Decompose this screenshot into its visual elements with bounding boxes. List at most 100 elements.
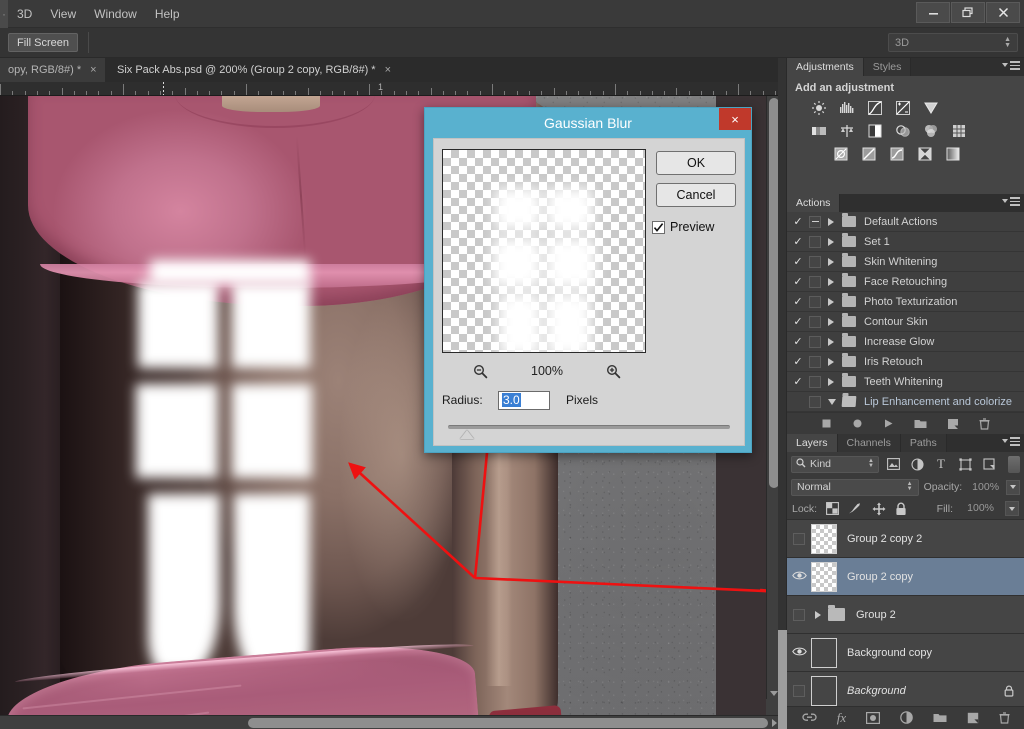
panel-menu-icon[interactable] bbox=[1002, 197, 1020, 206]
action-row[interactable]: ✓Face Retouching bbox=[787, 272, 1024, 292]
chevron-right-icon[interactable] bbox=[828, 238, 834, 246]
fill-value[interactable]: 100% bbox=[962, 501, 996, 516]
layer-thumbnail[interactable] bbox=[811, 524, 837, 554]
layer-thumbnail[interactable] bbox=[811, 676, 837, 706]
lock-position-icon[interactable] bbox=[872, 502, 886, 516]
opacity-dropdown-button[interactable] bbox=[1006, 480, 1020, 495]
lock-transparency-icon[interactable] bbox=[826, 502, 839, 515]
chevron-right-icon[interactable] bbox=[828, 358, 834, 366]
dock-scrollbar-thumb[interactable] bbox=[778, 630, 787, 729]
layer-row[interactable]: Background copy bbox=[787, 634, 1024, 672]
action-toggle-box[interactable] bbox=[809, 336, 821, 348]
action-checkbox[interactable]: ✓ bbox=[787, 275, 809, 288]
action-checkbox[interactable]: ✓ bbox=[787, 215, 809, 228]
threshold-icon[interactable] bbox=[887, 145, 907, 163]
visibility-toggle[interactable] bbox=[793, 533, 805, 545]
action-row[interactable]: ✓Skin Whitening bbox=[787, 252, 1024, 272]
action-row[interactable]: ✓Increase Glow bbox=[787, 332, 1024, 352]
menu-3d[interactable]: 3D bbox=[8, 0, 41, 28]
new-group-icon[interactable] bbox=[933, 712, 947, 723]
layer-visibility-cell[interactable] bbox=[787, 609, 811, 621]
lock-all-icon[interactable] bbox=[895, 502, 907, 516]
action-checkbox[interactable]: ✓ bbox=[787, 235, 809, 248]
exposure-icon[interactable] bbox=[893, 99, 913, 117]
close-icon[interactable]: × bbox=[385, 65, 391, 76]
dialog-close-button[interactable]: × bbox=[719, 108, 751, 130]
dialog-preview-thumbnail[interactable] bbox=[442, 149, 646, 353]
invert-icon[interactable] bbox=[831, 145, 851, 163]
visibility-toggle[interactable] bbox=[793, 609, 805, 621]
action-checkbox[interactable]: ✓ bbox=[787, 335, 809, 348]
color-balance-icon[interactable] bbox=[837, 122, 857, 140]
action-checkbox[interactable]: ✓ bbox=[787, 355, 809, 368]
chevron-right-icon[interactable] bbox=[828, 338, 834, 346]
chevron-down-icon[interactable] bbox=[770, 691, 778, 696]
gradient-map-icon[interactable] bbox=[943, 145, 963, 163]
posterize-icon[interactable] bbox=[859, 145, 879, 163]
minimize-icon[interactable] bbox=[916, 2, 950, 23]
zoom-out-icon[interactable] bbox=[473, 364, 488, 379]
hue-saturation-icon[interactable] bbox=[809, 122, 829, 140]
record-icon[interactable] bbox=[852, 418, 863, 429]
visibility-toggle[interactable] bbox=[793, 685, 805, 697]
document-tab-1[interactable]: opy, RGB/8#) * × bbox=[0, 58, 105, 82]
layer-kind-filter[interactable]: Kind ▲▼ bbox=[791, 456, 879, 473]
menu-window[interactable]: Window bbox=[85, 0, 146, 28]
chevron-right-icon[interactable] bbox=[828, 298, 834, 306]
action-toggle-box[interactable] bbox=[809, 316, 821, 328]
delete-layer-icon[interactable] bbox=[999, 712, 1010, 724]
layers-list[interactable]: Group 2 copy 2Group 2 copyGroup 2Backgro… bbox=[787, 520, 1024, 710]
photo-filter-icon[interactable] bbox=[893, 122, 913, 140]
layer-row[interactable]: Group 2 copy bbox=[787, 558, 1024, 596]
link-layers-icon[interactable] bbox=[802, 712, 817, 723]
canvas-horizontal-scrollbar[interactable] bbox=[0, 715, 780, 729]
chevron-right-icon[interactable] bbox=[828, 258, 834, 266]
panel-menu-icon[interactable] bbox=[1002, 61, 1020, 70]
panel-menu-icon[interactable] bbox=[1002, 437, 1020, 446]
restore-icon[interactable] bbox=[951, 2, 985, 23]
action-checkbox[interactable]: ✓ bbox=[787, 295, 809, 308]
new-action-icon[interactable] bbox=[947, 418, 959, 430]
stop-icon[interactable] bbox=[821, 418, 832, 429]
preview-checkbox[interactable] bbox=[652, 221, 665, 234]
action-toggle-box[interactable] bbox=[809, 276, 821, 288]
action-row[interactable]: ✓Default Actions bbox=[787, 212, 1024, 232]
action-row[interactable]: ✓Teeth Whitening bbox=[787, 372, 1024, 392]
menu-view[interactable]: View bbox=[41, 0, 85, 28]
layer-style-fx-icon[interactable]: fx bbox=[837, 710, 846, 726]
document-tab-2[interactable]: Six Pack Abs.psd @ 200% (Group 2 copy, R… bbox=[109, 58, 399, 82]
cancel-button[interactable]: Cancel bbox=[656, 183, 736, 207]
tab-layers[interactable]: Layers bbox=[787, 434, 838, 452]
lock-image-icon[interactable] bbox=[848, 502, 863, 515]
adjustment-layer-filter-icon[interactable] bbox=[907, 456, 927, 473]
ok-button[interactable]: OK bbox=[656, 151, 736, 175]
black-white-icon[interactable] bbox=[865, 122, 885, 140]
smart-object-filter-icon[interactable] bbox=[979, 456, 999, 473]
eye-icon[interactable] bbox=[792, 570, 807, 584]
shape-layer-filter-icon[interactable] bbox=[955, 456, 975, 473]
action-toggle-box[interactable] bbox=[809, 256, 821, 268]
layer-row[interactable]: Group 2 bbox=[787, 596, 1024, 634]
channel-mixer-icon[interactable] bbox=[921, 122, 941, 140]
action-checkbox[interactable]: ✓ bbox=[787, 255, 809, 268]
opacity-value[interactable]: 100% bbox=[967, 480, 1001, 495]
action-row[interactable]: ✓Photo Texturization bbox=[787, 292, 1024, 312]
vibrance-icon[interactable] bbox=[921, 99, 941, 117]
action-toggle-box[interactable] bbox=[809, 296, 821, 308]
layer-mask-icon[interactable] bbox=[866, 712, 880, 724]
fill-dropdown-button[interactable] bbox=[1005, 501, 1019, 516]
scrollbar-thumb[interactable] bbox=[248, 718, 768, 728]
action-toggle-box[interactable] bbox=[809, 376, 821, 388]
action-toggle-box[interactable] bbox=[809, 236, 821, 248]
action-toggle-box[interactable] bbox=[809, 216, 821, 228]
brightness-contrast-icon[interactable] bbox=[809, 99, 829, 117]
chevron-right-icon[interactable] bbox=[828, 318, 834, 326]
layer-thumbnail[interactable] bbox=[811, 562, 837, 592]
action-checkbox[interactable]: ✓ bbox=[787, 315, 809, 328]
gaussian-blur-dialog[interactable]: Gaussian Blur × bbox=[424, 107, 752, 453]
blend-mode-select[interactable]: Normal ▲▼ bbox=[791, 479, 919, 496]
adjustment-layer-icon[interactable] bbox=[900, 711, 913, 724]
horizontal-ruler[interactable]: 1 bbox=[0, 82, 786, 96]
new-set-icon[interactable] bbox=[914, 418, 927, 429]
workspace-select[interactable]: 3D ▲▼ bbox=[888, 33, 1018, 52]
